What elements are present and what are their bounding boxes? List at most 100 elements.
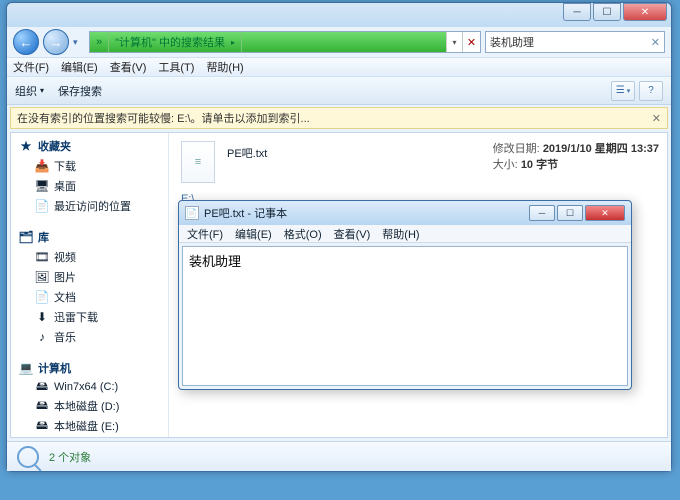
list-icon: ☰ (616, 85, 625, 96)
menu-edit[interactable]: 编辑(E) (61, 59, 98, 75)
notepad-window: 📄 PE吧.txt - 记事本 ─ ☐ ✕ 文件(F) 编辑(E) 格式(O) … (178, 200, 632, 390)
search-result-row[interactable]: ≡ PE吧.txt 修改日期: 2019/1/10 星期四 13:37 大小: … (181, 141, 659, 187)
search-icon (17, 446, 39, 468)
notepad-title: PE吧.txt - 记事本 (204, 205, 287, 221)
menu-view[interactable]: 查看(V) (110, 59, 147, 75)
chevron-right-icon: ▸ (231, 38, 235, 47)
chevron-down-icon: ▾ (627, 87, 631, 95)
sidebar-item-label: 视频 (54, 249, 76, 265)
notepad-close-button[interactable]: ✕ (585, 205, 625, 221)
recent-icon: 📄 (35, 199, 49, 213)
library-icon: 🗂 (19, 230, 33, 244)
organize-label: 组织 (15, 83, 37, 99)
sidebar-item-xunlei[interactable]: ⬇ 迅雷下载 (11, 307, 168, 327)
sidebar-item-label: 桌面 (54, 178, 76, 194)
search-input[interactable]: 装机助理 ✕ (485, 31, 665, 53)
size-label: 大小: (493, 159, 518, 171)
sidebar: ★ 收藏夹 📥 下载 🖥 桌面 📄 最近访问的位置 🗂 库 🎞 视频 🖼 图片 📄 文档 ⬇… (11, 133, 169, 437)
view-mode-button[interactable]: ☰ ▾ (611, 81, 635, 101)
sidebar-item-label: Win7x64 (C:) (54, 381, 118, 393)
sidebar-item-desktop[interactable]: 🖥 桌面 (11, 176, 168, 196)
forward-button[interactable]: → (43, 29, 69, 55)
status-text: 2 个对象 (49, 449, 91, 465)
notepad-menu-format[interactable]: 格式(O) (284, 226, 322, 242)
sidebar-item-label: 最近访问的位置 (54, 198, 131, 214)
sidebar-item-recent[interactable]: 📄 最近访问的位置 (11, 196, 168, 216)
nav-row: ← → ▾ » "计算机" 中的搜索结果 ▸ ▾ ✕ 装机助理 ✕ (7, 27, 671, 57)
sidebar-item-label: 图片 (54, 269, 76, 285)
menubar: 文件(F) 编辑(E) 查看(V) 工具(T) 帮助(H) (7, 57, 671, 77)
notepad-menu-view[interactable]: 查看(V) (334, 226, 371, 242)
menu-help[interactable]: 帮助(H) (206, 59, 243, 75)
address-dropdown[interactable]: ▾ (446, 32, 462, 52)
help-button[interactable]: ? (639, 81, 663, 101)
address-text[interactable]: "计算机" 中的搜索结果 ▸ (109, 32, 242, 52)
notepad-titlebar[interactable]: 📄 PE吧.txt - 记事本 ─ ☐ ✕ (179, 201, 631, 225)
sidebar-item-pictures[interactable]: 🖼 图片 (11, 267, 168, 287)
notepad-menu-file[interactable]: 文件(F) (187, 226, 223, 242)
search-value: 装机助理 (490, 34, 534, 50)
sidebar-item-label: 本地磁盘 (E:) (54, 418, 119, 434)
size-value: 10 字节 (521, 159, 558, 171)
maximize-button[interactable]: ☐ (593, 3, 621, 21)
star-icon: ★ (19, 139, 33, 153)
document-icon: 📄 (35, 290, 49, 304)
chevron-down-icon: ▾ (40, 86, 44, 95)
sidebar-group-computer[interactable]: 💻 计算机 (11, 355, 168, 378)
result-meta: 修改日期: 2019/1/10 星期四 13:37 大小: 10 字节 (493, 141, 659, 187)
sidebar-group-label: 收藏夹 (38, 138, 71, 154)
sidebar-item-videos[interactable]: 🎞 视频 (11, 247, 168, 267)
sidebar-item-drive-d[interactable]: 🖴本地磁盘 (D:) (11, 396, 168, 416)
sidebar-item-label: 文档 (54, 289, 76, 305)
drive-icon: 🖴 (35, 380, 49, 394)
sidebar-item-drive-c[interactable]: 🖴 Win7x64 (C:) (11, 378, 168, 396)
sidebar-group-label: 库 (38, 229, 49, 245)
organize-button[interactable]: 组织 ▾ (15, 83, 44, 99)
toolbar: 组织 ▾ 保存搜索 ☰ ▾ ? (7, 77, 671, 105)
sidebar-group-favorites[interactable]: ★ 收藏夹 (11, 133, 168, 156)
sidebar-item-drive-e[interactable]: 🖴 本地磁盘 (E:) (11, 416, 168, 436)
notepad-icon: 📄 (185, 206, 199, 220)
modified-label: 修改日期: (493, 143, 540, 155)
notepad-maximize-button[interactable]: ☐ (557, 205, 583, 221)
menu-file[interactable]: 文件(F) (13, 59, 49, 75)
nav-history-dropdown[interactable]: ▾ (73, 37, 85, 48)
notepad-menu-help[interactable]: 帮助(H) (382, 226, 419, 242)
drive-icon: 🖴 (35, 419, 49, 433)
infostrip-close-button[interactable]: ✕ (652, 112, 661, 125)
menu-tools[interactable]: 工具(T) (158, 59, 194, 75)
sidebar-group-libraries[interactable]: 🗂 库 (11, 224, 168, 247)
close-button[interactable]: ✕ (623, 3, 667, 21)
download-icon: ⬇ (35, 310, 49, 324)
notepad-menubar: 文件(F) 编辑(E) 格式(O) 查看(V) 帮助(H) (179, 225, 631, 243)
status-bar: 2 个对象 (7, 441, 671, 471)
sidebar-item-label: 下载 (54, 158, 76, 174)
address-clear-button[interactable]: ✕ (462, 32, 480, 52)
sidebar-group-label: 计算机 (38, 360, 71, 376)
notepad-menu-edit[interactable]: 编辑(E) (235, 226, 272, 242)
address-label: "计算机" 中的搜索结果 (115, 34, 225, 50)
sidebar-item-label: 迅雷下载 (54, 309, 98, 325)
address-prefix-icon: » (90, 32, 109, 52)
notepad-textarea[interactable]: 装机助理 (182, 246, 628, 386)
address-bar[interactable]: » "计算机" 中的搜索结果 ▸ ▾ ✕ (89, 31, 481, 53)
sidebar-item-label: 音乐 (54, 329, 76, 345)
sidebar-item-music[interactable]: ♪ 音乐 (11, 327, 168, 347)
sidebar-item-documents[interactable]: 📄 文档 (11, 287, 168, 307)
picture-icon: 🖼 (35, 270, 49, 284)
music-icon: ♪ (35, 330, 49, 344)
titlebar: ─ ☐ ✕ (7, 3, 671, 27)
minimize-button[interactable]: ─ (563, 3, 591, 21)
search-clear-button[interactable]: ✕ (651, 36, 660, 49)
drive-icon: 🖴 (35, 399, 49, 413)
toolbar-right: ☰ ▾ ? (611, 81, 663, 101)
indexing-info-text: 在没有索引的位置搜索可能较慢: E:\。请单击以添加到索引... (17, 110, 310, 126)
indexing-info-bar[interactable]: 在没有索引的位置搜索可能较慢: E:\。请单击以添加到索引... ✕ (10, 107, 668, 129)
video-icon: 🎞 (35, 250, 49, 264)
desktop-icon: 🖥 (35, 179, 49, 193)
notepad-minimize-button[interactable]: ─ (529, 205, 555, 221)
sidebar-item-downloads[interactable]: 📥 下载 (11, 156, 168, 176)
back-button[interactable]: ← (13, 29, 39, 55)
save-search-button[interactable]: 保存搜索 (58, 83, 102, 99)
folder-icon: 📥 (35, 159, 49, 173)
